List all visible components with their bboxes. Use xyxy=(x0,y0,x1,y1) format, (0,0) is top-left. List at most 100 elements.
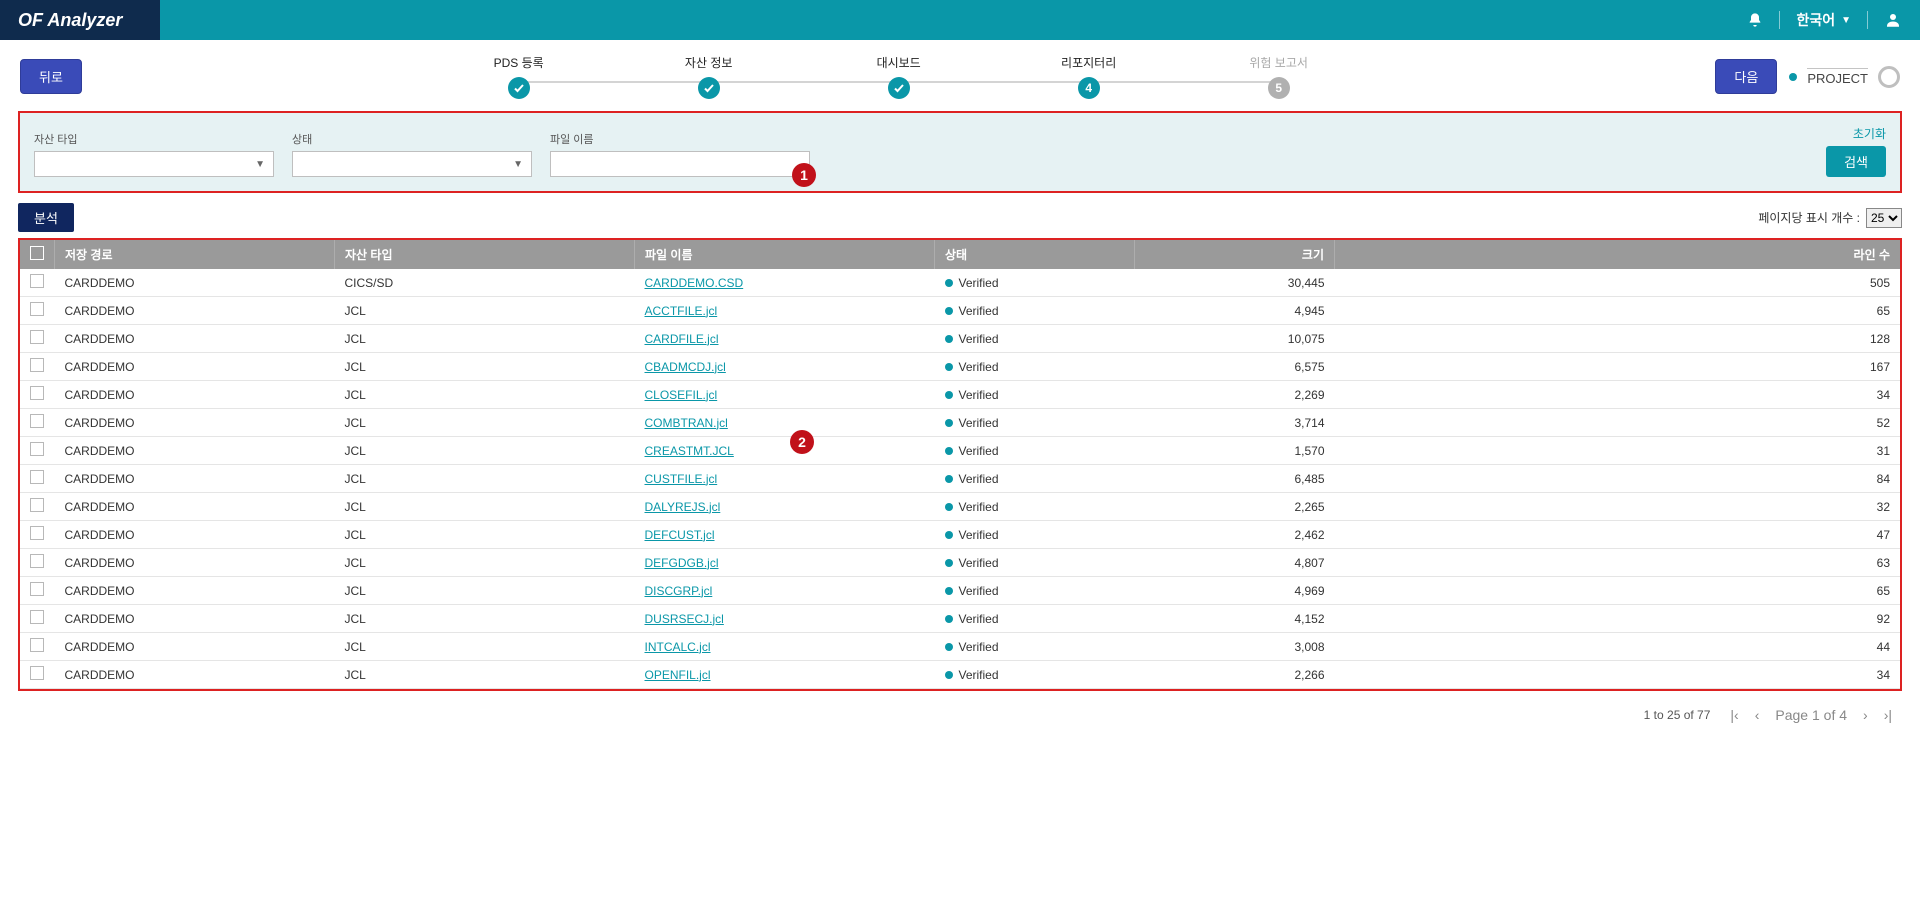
cell-asset-type: JCL xyxy=(335,353,635,381)
pager-last-icon[interactable]: ›| xyxy=(1884,707,1892,723)
col-lines[interactable]: 라인 수 xyxy=(1335,240,1901,269)
file-link[interactable]: OPENFIL.jcl xyxy=(645,668,711,682)
col-filename[interactable]: 파일 이름 xyxy=(635,240,935,269)
row-checkbox[interactable] xyxy=(30,666,44,680)
next-button[interactable]: 다음 xyxy=(1715,59,1777,94)
row-checkbox[interactable] xyxy=(30,610,44,624)
row-checkbox[interactable] xyxy=(30,330,44,344)
cell-asset-type: JCL xyxy=(335,381,635,409)
cell-path: CARDDEMO xyxy=(55,661,335,689)
cell-asset-type: JCL xyxy=(335,325,635,353)
cell-size: 3,714 xyxy=(1135,409,1335,437)
bell-icon[interactable] xyxy=(1747,12,1763,28)
col-asset-type[interactable]: 자산 타입 xyxy=(335,240,635,269)
callout-marker-2: 2 xyxy=(790,430,814,454)
status-dot-icon xyxy=(945,391,953,399)
language-label: 한국어 xyxy=(1796,10,1835,30)
filename-input[interactable] xyxy=(550,151,810,177)
search-button[interactable]: 검색 xyxy=(1826,146,1886,177)
filter-filename-label: 파일 이름 xyxy=(550,131,810,147)
pager: 1 to 25 of 77 |‹ ‹ Page 1 of 4 › ›| xyxy=(0,691,1920,739)
user-icon[interactable] xyxy=(1884,11,1902,29)
file-link[interactable]: DISCGRP.jcl xyxy=(645,584,713,598)
row-checkbox[interactable] xyxy=(30,470,44,484)
status-dot-icon xyxy=(945,615,953,623)
status-select[interactable]: ▼ xyxy=(292,151,532,177)
pager-prev-icon[interactable]: ‹ xyxy=(1755,707,1760,723)
row-checkbox[interactable] xyxy=(30,302,44,316)
table-wrap: 2 저장 경로 자산 타입 파일 이름 상태 크기 라인 수 CARDDEMOC… xyxy=(18,238,1902,691)
step-number: 4 xyxy=(1078,77,1100,99)
steps: PDS 등록자산 정보대시보드리포지터리4위험 보고서5 xyxy=(112,54,1685,99)
row-checkbox[interactable] xyxy=(30,582,44,596)
cell-asset-type: JCL xyxy=(335,297,635,325)
cell-lines: 32 xyxy=(1335,493,1901,521)
status-dot-icon xyxy=(945,475,953,483)
pager-page-label: Page 1 of 4 xyxy=(1775,707,1847,723)
pager-first-icon[interactable]: |‹ xyxy=(1730,707,1738,723)
row-checkbox[interactable] xyxy=(30,358,44,372)
file-link[interactable]: ACCTFILE.jcl xyxy=(645,304,718,318)
file-link[interactable]: DEFGDGB.jcl xyxy=(645,556,719,570)
table-row: CARDDEMOJCLDEFCUST.jclVerified2,46247 xyxy=(20,521,1900,549)
stepper-row: 뒤로 PDS 등록자산 정보대시보드리포지터리4위험 보고서5 다음 PROJE… xyxy=(0,40,1920,107)
row-checkbox[interactable] xyxy=(30,554,44,568)
cell-size: 1,570 xyxy=(1135,437,1335,465)
step[interactable]: 위험 보고서5 xyxy=(1184,54,1374,99)
col-size[interactable]: 크기 xyxy=(1135,240,1335,269)
cell-path: CARDDEMO xyxy=(55,633,335,661)
step[interactable]: PDS 등록 xyxy=(424,54,614,99)
row-checkbox[interactable] xyxy=(30,414,44,428)
reset-link[interactable]: 초기화 xyxy=(1826,125,1886,142)
pager-next-icon[interactable]: › xyxy=(1863,707,1868,723)
midrow: 분석 페이지당 표시 개수 : 25 xyxy=(0,203,1920,238)
step[interactable]: 대시보드 xyxy=(804,54,994,99)
pager-range: 1 to 25 of 77 xyxy=(1644,708,1711,722)
cell-size: 4,152 xyxy=(1135,605,1335,633)
step[interactable]: 자산 정보 xyxy=(614,54,804,99)
file-link[interactable]: DALYREJS.jcl xyxy=(645,500,721,514)
table-row: CARDDEMOJCLCUSTFILE.jclVerified6,48584 xyxy=(20,465,1900,493)
back-button[interactable]: 뒤로 xyxy=(20,59,82,94)
file-link[interactable]: CUSTFILE.jcl xyxy=(645,472,718,486)
file-link[interactable]: CREASTMT.JCL xyxy=(645,444,734,458)
check-icon xyxy=(508,77,530,99)
file-link[interactable]: CARDDEMO.CSD xyxy=(645,276,744,290)
cell-path: CARDDEMO xyxy=(55,353,335,381)
row-checkbox[interactable] xyxy=(30,442,44,456)
row-checkbox[interactable] xyxy=(30,638,44,652)
table-row: CARDDEMOJCLDALYREJS.jclVerified2,26532 xyxy=(20,493,1900,521)
row-checkbox[interactable] xyxy=(30,498,44,512)
status-dot-icon xyxy=(945,643,953,651)
asset-table: 저장 경로 자산 타입 파일 이름 상태 크기 라인 수 CARDDEMOCIC… xyxy=(20,240,1900,689)
cell-lines: 65 xyxy=(1335,297,1901,325)
cell-status: Verified xyxy=(935,465,1135,493)
row-checkbox[interactable] xyxy=(30,526,44,540)
file-link[interactable]: DEFCUST.jcl xyxy=(645,528,715,542)
step[interactable]: 리포지터리4 xyxy=(994,54,1184,99)
table-row: CARDDEMOCICS/SDCARDDEMO.CSDVerified30,44… xyxy=(20,269,1900,297)
file-link[interactable]: CLOSEFIL.jcl xyxy=(645,388,718,402)
language-selector[interactable]: 한국어 ▼ xyxy=(1796,10,1851,30)
file-link[interactable]: CBADMCDJ.jcl xyxy=(645,360,726,374)
row-checkbox[interactable] xyxy=(30,274,44,288)
cell-size: 2,265 xyxy=(1135,493,1335,521)
col-status[interactable]: 상태 xyxy=(935,240,1135,269)
page-size-select[interactable]: 25 xyxy=(1866,208,1902,228)
cell-asset-type: JCL xyxy=(335,605,635,633)
file-link[interactable]: INTCALC.jcl xyxy=(645,640,711,654)
filter-panel: 1 자산 타입 ▼ 상태 ▼ 파일 이름 초기화 검색 xyxy=(18,111,1902,193)
cell-path: CARDDEMO xyxy=(55,409,335,437)
analyze-button[interactable]: 분석 xyxy=(18,203,74,232)
select-all-checkbox[interactable] xyxy=(30,246,44,260)
file-link[interactable]: CARDFILE.jcl xyxy=(645,332,719,346)
col-path[interactable]: 저장 경로 xyxy=(55,240,335,269)
status-dot-icon xyxy=(945,587,953,595)
row-checkbox[interactable] xyxy=(30,386,44,400)
file-link[interactable]: COMBTRAN.jcl xyxy=(645,416,728,430)
asset-type-select[interactable]: ▼ xyxy=(34,151,274,177)
cell-lines: 167 xyxy=(1335,353,1901,381)
project-ring-icon xyxy=(1878,66,1900,88)
cell-lines: 128 xyxy=(1335,325,1901,353)
file-link[interactable]: DUSRSECJ.jcl xyxy=(645,612,724,626)
